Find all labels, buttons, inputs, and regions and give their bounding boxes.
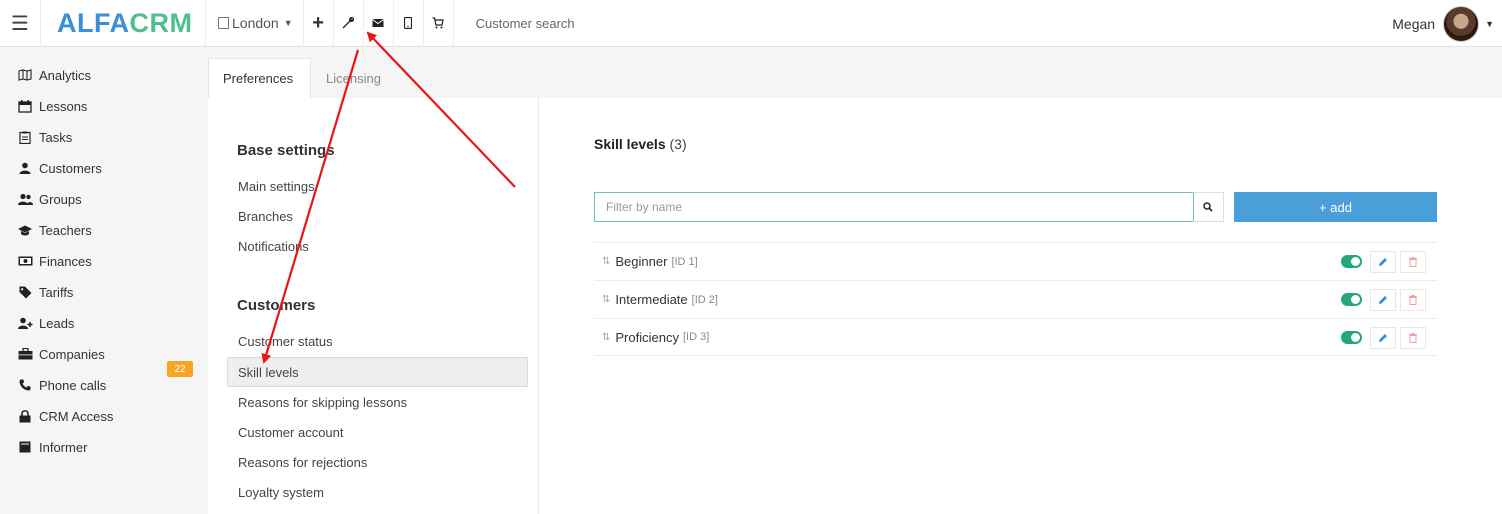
skill-level-id: [ID 2] [691, 293, 718, 306]
enabled-toggle[interactable] [1341, 331, 1362, 344]
leads-count-badge: 22 [167, 361, 193, 377]
delete-button[interactable] [1400, 251, 1426, 273]
table-row: ⇅ Beginner [ID 1] [594, 242, 1437, 280]
enabled-toggle[interactable] [1341, 255, 1362, 268]
menu-item-customer-status[interactable]: Customer status [238, 334, 333, 349]
top-bar: ☰ ALFA CRM London ▼ + Customer search Meg… [0, 0, 1502, 47]
skill-level-name: Beginner [615, 254, 668, 269]
sort-handle-icon[interactable]: ⇅ [602, 256, 610, 267]
cart-icon [432, 17, 444, 29]
tab-preferences[interactable]: Preferences [208, 58, 311, 98]
menu-item-loyalty-system[interactable]: Loyalty system [238, 485, 324, 500]
skill-level-id: [ID 1] [671, 255, 698, 268]
sidebar-item-analytics[interactable]: Analytics [17, 65, 197, 85]
search-icon [1203, 202, 1213, 212]
edit-button[interactable] [1370, 327, 1396, 349]
menu-item-skill-levels[interactable]: Skill levels [227, 357, 528, 387]
edit-button[interactable] [1370, 251, 1396, 273]
sidebar-item-tariffs[interactable]: Tariffs [17, 282, 197, 302]
sidebar-item-finances[interactable]: Finances [17, 251, 197, 271]
sidebar-item-tasks[interactable]: Tasks [17, 127, 197, 147]
table-row: ⇅ Intermediate [ID 2] [594, 280, 1437, 318]
cart-button[interactable] [424, 0, 454, 47]
mail-button[interactable] [364, 0, 394, 47]
skill-level-name: Intermediate [615, 292, 688, 307]
trash-icon [1409, 257, 1417, 267]
menu-item-reasons-rejections[interactable]: Reasons for rejections [238, 455, 367, 470]
hamburger-menu-icon[interactable]: ☰ [0, 0, 40, 47]
calendar-icon [17, 99, 33, 113]
menu-item-customer-account[interactable]: Customer account [238, 425, 344, 440]
lock-icon [17, 409, 33, 423]
clipboard-icon [17, 130, 33, 144]
branch-selector[interactable]: London ▼ [206, 0, 304, 47]
delete-button[interactable] [1400, 289, 1426, 311]
pencil-icon [1379, 334, 1387, 342]
alfacrm-logo[interactable]: ALFA CRM [40, 0, 206, 47]
menu-item-branches[interactable]: Branches [238, 209, 293, 224]
graduation-cap-icon [17, 223, 33, 237]
menu-item-reasons-skipping[interactable]: Reasons for skipping lessons [238, 395, 407, 410]
avatar [1443, 5, 1480, 42]
menu-heading-customers: Customers [237, 297, 316, 314]
user-plus-icon [17, 316, 33, 330]
pencil-icon [1379, 296, 1387, 304]
add-plus-button[interactable]: + [304, 0, 334, 47]
branch-name: London [232, 15, 279, 31]
skill-level-name: Proficiency [615, 329, 679, 345]
menu-heading-base-settings: Base settings [237, 142, 335, 159]
delete-button[interactable] [1400, 327, 1426, 349]
menu-item-notifications[interactable]: Notifications [238, 239, 309, 254]
settings-menu: Base settings Main settings Branches Not… [208, 98, 539, 514]
mobile-button[interactable] [394, 0, 424, 47]
add-skill-level-button[interactable]: + add [1234, 192, 1437, 222]
sidebar-item-teachers[interactable]: Teachers [17, 220, 197, 240]
customer-search-link[interactable]: Customer search [454, 0, 575, 47]
caret-down-icon: ▼ [283, 18, 293, 28]
page-title: Skill levels (3) [594, 136, 687, 152]
phone-icon [17, 378, 33, 392]
tag-icon [17, 285, 33, 299]
user-icon [17, 161, 33, 175]
map-icon [17, 68, 33, 82]
skill-level-id: [ID 3] [682, 331, 710, 343]
settings-tabs: Preferences Licensing [208, 47, 1502, 98]
table-row: ⇅ Proficiency [ID 3] [594, 318, 1437, 356]
tab-licensing[interactable]: Licensing [312, 58, 395, 98]
envelope-icon [372, 19, 384, 27]
sort-handle-icon[interactable]: ⇅ [602, 294, 610, 305]
settings-wrench-button[interactable] [334, 0, 364, 47]
trash-icon [1409, 295, 1417, 305]
trash-icon [1409, 333, 1417, 343]
users-icon [17, 192, 33, 206]
building-icon [218, 17, 229, 29]
sort-handle-icon[interactable]: ⇅ [602, 332, 610, 343]
skill-levels-list: ⇅ Beginner [ID 1] ⇅ Intermediate [ID 2] … [594, 242, 1437, 356]
menu-item-main-settings[interactable]: Main settings [238, 179, 315, 194]
enabled-toggle[interactable] [1341, 293, 1362, 306]
pencil-icon [1379, 258, 1387, 266]
sidebar-item-groups[interactable]: Groups [17, 189, 197, 209]
wrench-icon [342, 16, 355, 29]
user-menu[interactable]: Megan ▼ [1392, 0, 1494, 47]
sidebar: Analytics Lessons Tasks Customers Groups… [0, 47, 208, 514]
sidebar-item-crm-access[interactable]: CRM Access [17, 406, 197, 426]
skill-levels-panel: Skill levels (3) Filter by name + add ⇅ … [540, 98, 1502, 514]
filter-search-button[interactable] [1193, 192, 1224, 222]
sidebar-item-phone-calls[interactable]: Phone calls [17, 375, 197, 395]
user-name: Megan [1392, 15, 1436, 32]
money-icon [17, 254, 33, 268]
mobile-phone-icon [404, 17, 413, 29]
sidebar-item-leads[interactable]: Leads [17, 313, 197, 333]
sidebar-item-lessons[interactable]: Lessons [17, 96, 197, 116]
sidebar-item-informer[interactable]: Informer [17, 437, 197, 457]
book-icon [17, 440, 33, 454]
filter-input[interactable]: Filter by name [594, 192, 1194, 222]
sidebar-item-customers[interactable]: Customers [17, 158, 197, 178]
item-count: (3) [669, 136, 687, 152]
edit-button[interactable] [1370, 289, 1396, 311]
briefcase-icon [17, 347, 33, 361]
caret-down-icon: ▼ [1485, 18, 1494, 29]
